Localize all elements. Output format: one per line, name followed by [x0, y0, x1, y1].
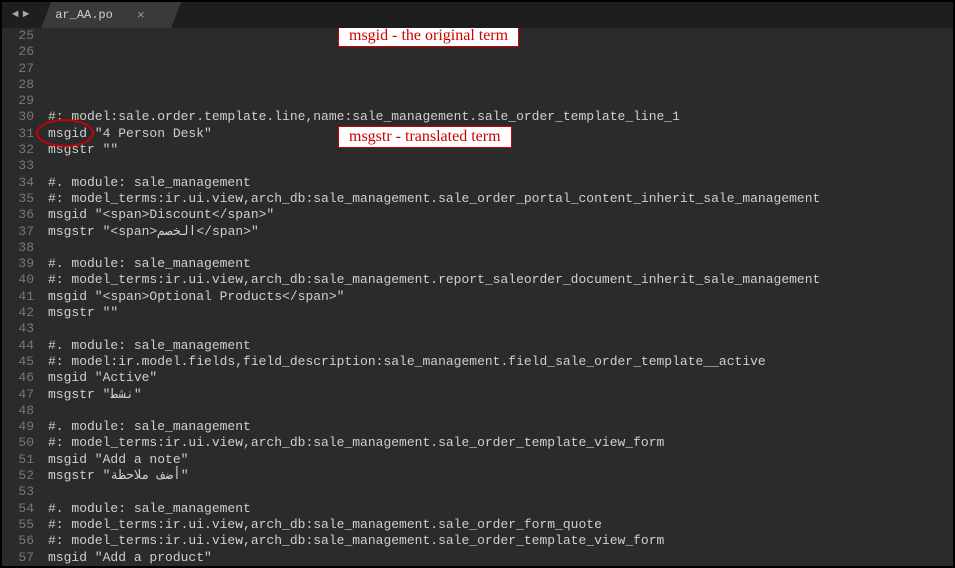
line-number: 29: [8, 93, 34, 109]
line-number: 32: [8, 142, 34, 158]
line-number: 47: [8, 387, 34, 403]
file-tab[interactable]: ar_AA.po ×: [41, 2, 181, 28]
code-line[interactable]: msgstr "<span>الخصم</span>": [48, 224, 949, 240]
line-number: 38: [8, 240, 34, 256]
line-number: 43: [8, 321, 34, 337]
code-line[interactable]: [48, 158, 949, 174]
tab-nav: ◄ ►: [6, 2, 35, 28]
line-number: 40: [8, 272, 34, 288]
code-line[interactable]: #: model:ir.model.fields,field_descripti…: [48, 354, 949, 370]
code-line[interactable]: [48, 321, 949, 337]
line-number: 45: [8, 354, 34, 370]
close-icon[interactable]: ×: [137, 8, 145, 23]
tab-bar: ◄ ► ar_AA.po ×: [2, 2, 953, 28]
line-number: 56: [8, 533, 34, 549]
code-line[interactable]: #. module: sale_management: [48, 338, 949, 354]
code-line[interactable]: msgid "<span>Optional Products</span>": [48, 289, 949, 305]
line-number: 53: [8, 484, 34, 500]
line-number-gutter: 2526272829303132333435363738394041424344…: [2, 28, 44, 566]
line-number: 25: [8, 28, 34, 44]
tab-prev-icon[interactable]: ◄: [12, 9, 19, 21]
code-line[interactable]: msgid "Add a note": [48, 452, 949, 468]
line-number: 55: [8, 517, 34, 533]
line-number: 30: [8, 109, 34, 125]
line-number: 52: [8, 468, 34, 484]
file-tab-label: ar_AA.po: [55, 8, 113, 22]
code-line[interactable]: msgstr "أضف ملاحظة": [48, 468, 949, 484]
code-line[interactable]: msgid "<span>Discount</span>": [48, 207, 949, 223]
line-number: 46: [8, 370, 34, 386]
code-line[interactable]: #: model_terms:ir.ui.view,arch_db:sale_m…: [48, 272, 949, 288]
line-number: 26: [8, 44, 34, 60]
code-line[interactable]: #: model_terms:ir.ui.view,arch_db:sale_m…: [48, 435, 949, 451]
line-number: 42: [8, 305, 34, 321]
code-line[interactable]: msgstr "نشط": [48, 387, 949, 403]
tab-next-icon[interactable]: ►: [23, 9, 30, 21]
code-line[interactable]: msgstr "": [48, 305, 949, 321]
code-line[interactable]: #. module: sale_management: [48, 501, 949, 517]
annotation-msgid: msgid - the original term: [338, 28, 519, 47]
line-number: 49: [8, 419, 34, 435]
line-number: 39: [8, 256, 34, 272]
code-line[interactable]: msgid "Add a product": [48, 550, 949, 566]
code-line[interactable]: #. module: sale_management: [48, 256, 949, 272]
line-number: 57: [8, 550, 34, 566]
line-number: 27: [8, 61, 34, 77]
line-number: 33: [8, 158, 34, 174]
code-editor[interactable]: 2526272829303132333435363738394041424344…: [2, 28, 953, 566]
code-line[interactable]: #: model_terms:ir.ui.view,arch_db:sale_m…: [48, 533, 949, 549]
line-number: 41: [8, 289, 34, 305]
code-line[interactable]: #: model_terms:ir.ui.view,arch_db:sale_m…: [48, 517, 949, 533]
code-line[interactable]: msgid "Active": [48, 370, 949, 386]
code-area[interactable]: msgid - the original term msgstr - trans…: [44, 28, 953, 566]
line-number: 28: [8, 77, 34, 93]
line-number: 54: [8, 501, 34, 517]
line-number: 51: [8, 452, 34, 468]
line-number: 50: [8, 435, 34, 451]
line-number: 37: [8, 224, 34, 240]
line-number: 34: [8, 175, 34, 191]
code-line[interactable]: #. module: sale_management: [48, 419, 949, 435]
code-line[interactable]: #. module: sale_management: [48, 175, 949, 191]
code-line[interactable]: [48, 240, 949, 256]
code-line[interactable]: [48, 484, 949, 500]
code-line[interactable]: [48, 403, 949, 419]
line-number: 35: [8, 191, 34, 207]
line-number: 31: [8, 126, 34, 142]
line-number: 44: [8, 338, 34, 354]
annotation-msgstr: msgstr - translated term: [338, 126, 512, 148]
code-line[interactable]: #: model:sale.order.template.line,name:s…: [48, 109, 949, 125]
line-number: 36: [8, 207, 34, 223]
code-line[interactable]: #: model_terms:ir.ui.view,arch_db:sale_m…: [48, 191, 949, 207]
line-number: 48: [8, 403, 34, 419]
